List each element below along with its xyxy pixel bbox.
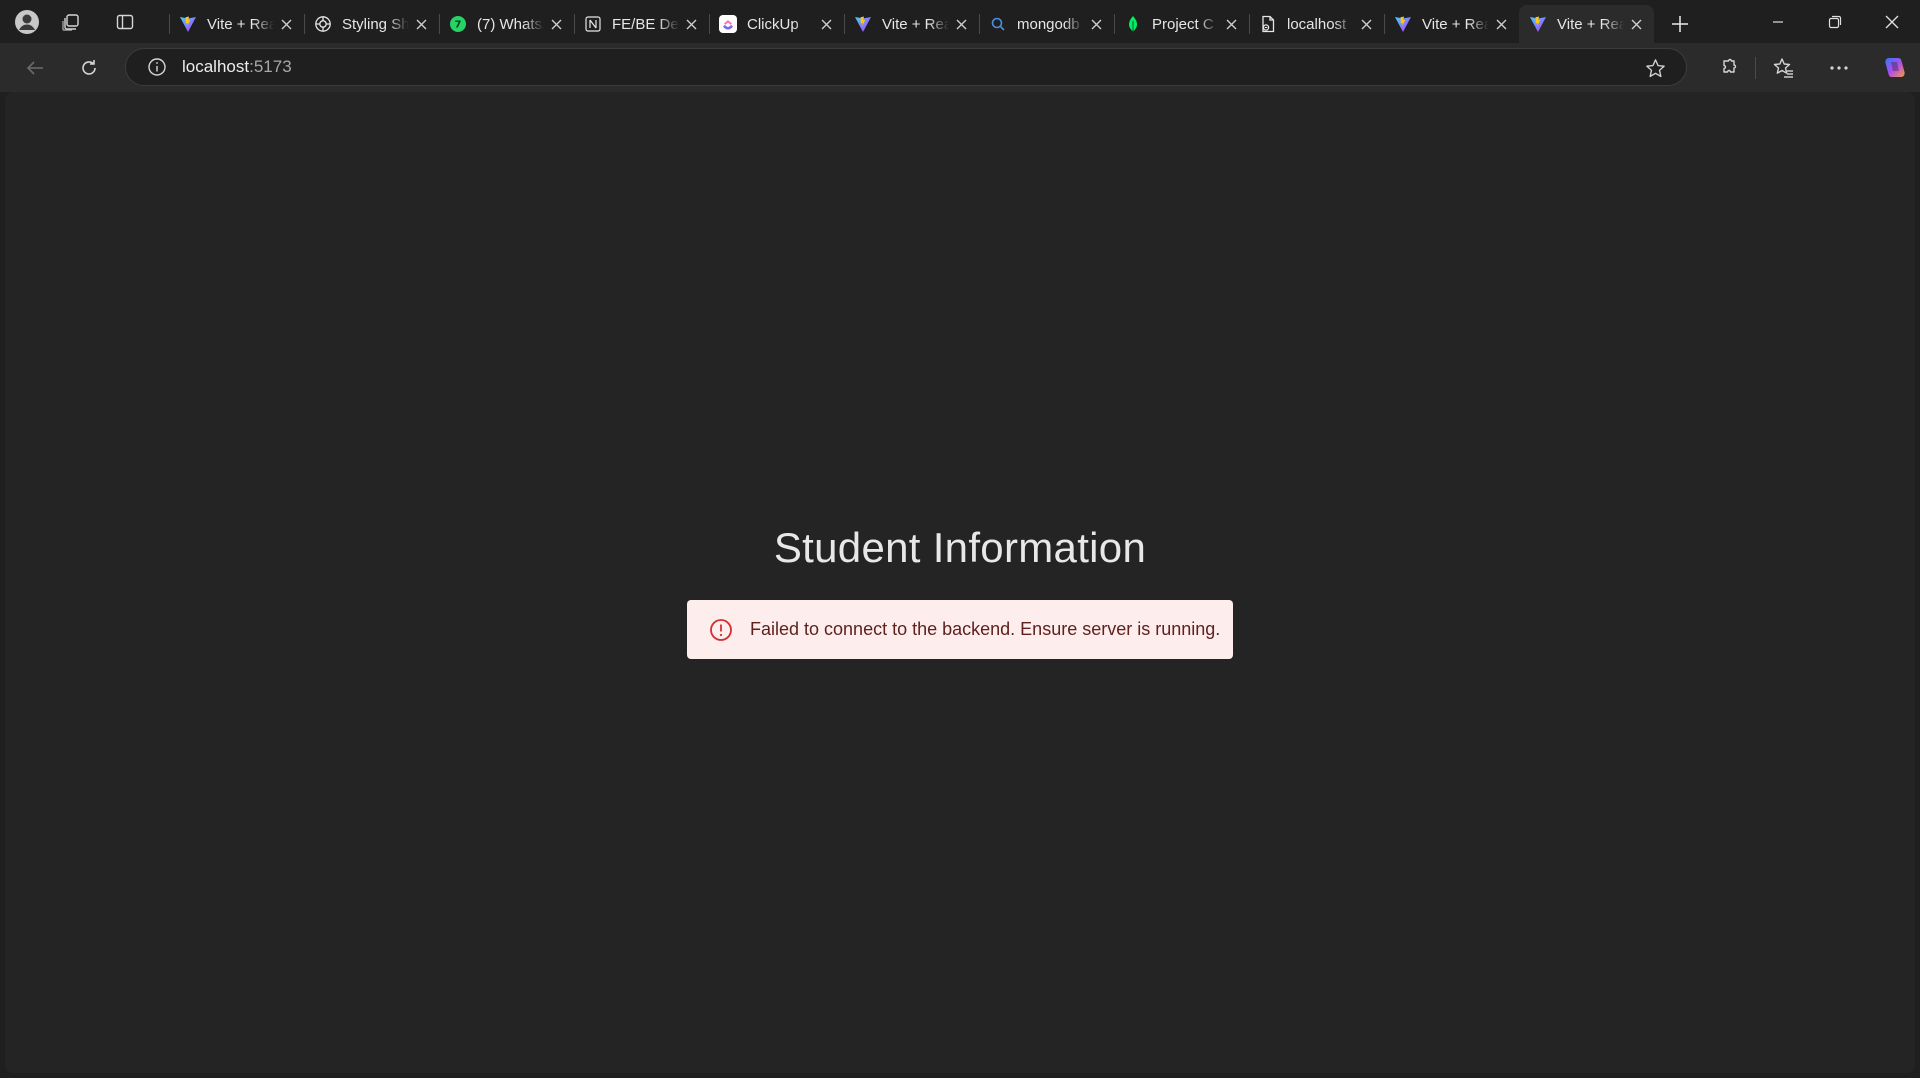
tab-close-icon[interactable] bbox=[1493, 16, 1509, 32]
tab-close-icon[interactable] bbox=[953, 16, 969, 32]
tab-title: Project C bbox=[1152, 15, 1214, 33]
vite-icon bbox=[1529, 15, 1547, 33]
tab-close-icon[interactable] bbox=[1628, 16, 1644, 32]
vite-icon bbox=[854, 15, 872, 33]
tab-close-icon[interactable] bbox=[548, 16, 564, 32]
tab-strip: Vite + React Styling Sheets 7 (7) WhatsApp F… bbox=[0, 0, 1920, 43]
mongodb-leaf-icon bbox=[1124, 15, 1142, 33]
url-host: localhost bbox=[182, 57, 250, 76]
refresh-button[interactable] bbox=[65, 48, 113, 88]
browser-tab[interactable]: Vite + React bbox=[1519, 5, 1654, 43]
openai-icon bbox=[314, 15, 332, 33]
browser-toolbar: localhost:5173 bbox=[0, 43, 1920, 92]
browser-tab[interactable]: Vite + React bbox=[169, 5, 304, 43]
tab-close-icon[interactable] bbox=[1088, 16, 1104, 32]
browser-tab[interactable]: Vite + React bbox=[1384, 5, 1519, 43]
profile-avatar-icon[interactable] bbox=[5, 0, 49, 43]
vite-icon bbox=[1394, 15, 1412, 33]
tab-title: Vite + React bbox=[207, 15, 274, 33]
tab-title: Vite + React bbox=[1557, 15, 1624, 33]
vertical-tabs-icon[interactable] bbox=[103, 0, 147, 43]
browser-tab[interactable]: Vite + React bbox=[844, 5, 979, 43]
browser-tab[interactable]: mongodb bbox=[979, 5, 1114, 43]
tab-title: mongodb bbox=[1017, 15, 1080, 33]
tab-close-icon[interactable] bbox=[818, 16, 834, 32]
tab-close-icon[interactable] bbox=[278, 16, 294, 32]
new-tab-button[interactable] bbox=[1658, 5, 1702, 43]
tab-title: (7) WhatsApp bbox=[477, 15, 544, 33]
browser-tab[interactable]: Styling Sheets bbox=[304, 5, 439, 43]
browser-tab[interactable]: Project C bbox=[1114, 5, 1249, 43]
svg-text:7: 7 bbox=[455, 20, 462, 31]
url-port: :5173 bbox=[249, 57, 292, 76]
clickup-icon bbox=[719, 15, 737, 33]
notion-icon bbox=[584, 15, 602, 33]
browser-window: Vite + React Styling Sheets 7 (7) WhatsApp F… bbox=[0, 0, 1920, 1078]
tab-title: ClickUp bbox=[747, 15, 799, 33]
minimize-button[interactable] bbox=[1749, 0, 1806, 43]
tab-close-icon[interactable] bbox=[683, 16, 699, 32]
favorites-icon[interactable] bbox=[1756, 48, 1811, 88]
browser-tab[interactable]: FE/BE Dev bbox=[574, 5, 709, 43]
tab-title: Vite + React bbox=[882, 15, 949, 33]
page-viewport: Student Information Failed to connect to… bbox=[5, 92, 1915, 1073]
tab-title: FE/BE Dev bbox=[612, 15, 679, 33]
tab-close-icon[interactable] bbox=[1358, 16, 1374, 32]
address-bar[interactable]: localhost:5173 bbox=[125, 48, 1687, 86]
page-title: Student Information bbox=[773, 524, 1147, 571]
error-outline-icon bbox=[708, 617, 734, 643]
search-icon bbox=[989, 15, 1007, 33]
browser-tab[interactable]: ClickUp bbox=[709, 5, 844, 43]
url-text[interactable]: localhost:5173 bbox=[182, 57, 292, 77]
tab-title: Styling Sheets bbox=[342, 15, 409, 33]
workspaces-icon[interactable] bbox=[49, 0, 93, 43]
browser-tab[interactable]: 7 (7) WhatsApp bbox=[439, 5, 574, 43]
error-alert: Failed to connect to the backend. Ensure… bbox=[687, 600, 1233, 659]
vite-icon bbox=[179, 15, 197, 33]
browser-tab[interactable]: localhost bbox=[1249, 5, 1384, 43]
whatsapp-icon: 7 bbox=[449, 15, 467, 33]
extensions-icon[interactable] bbox=[1700, 48, 1755, 88]
restore-button[interactable] bbox=[1806, 0, 1863, 43]
window-controls bbox=[1749, 0, 1920, 43]
tab-title: localhost bbox=[1287, 15, 1347, 33]
tab-title: Vite + React bbox=[1422, 15, 1489, 33]
tab-close-icon[interactable] bbox=[1223, 16, 1239, 32]
site-info-icon[interactable] bbox=[146, 56, 168, 78]
more-options-icon[interactable] bbox=[1811, 48, 1866, 88]
close-window-button[interactable] bbox=[1863, 0, 1920, 43]
error-message: Failed to connect to the backend. Ensure… bbox=[750, 619, 1221, 639]
back-button[interactable] bbox=[11, 48, 59, 88]
tab-list: Vite + React Styling Sheets 7 (7) WhatsApp F… bbox=[169, 0, 1654, 43]
tab-close-icon[interactable] bbox=[413, 16, 429, 32]
page-icon bbox=[1259, 15, 1277, 33]
favorite-star-icon[interactable] bbox=[1644, 57, 1666, 79]
copilot-icon[interactable] bbox=[1866, 48, 1920, 88]
toolbar-actions bbox=[1700, 43, 1920, 92]
